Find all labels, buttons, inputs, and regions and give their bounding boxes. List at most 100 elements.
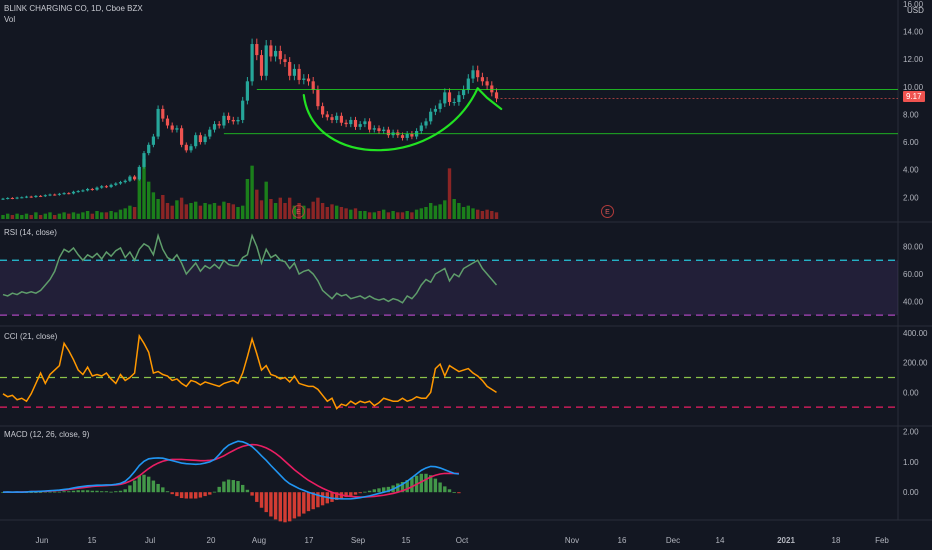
volume-bar	[461, 207, 466, 219]
candle-body	[104, 186, 108, 188]
macd-histogram-bar	[269, 492, 273, 517]
candle-body	[245, 81, 249, 101]
macd-histogram-bar	[189, 492, 193, 499]
volume-bar	[67, 213, 71, 219]
candle-body	[151, 136, 155, 145]
volume-bar	[10, 215, 15, 219]
candle-body	[283, 59, 287, 62]
cci-tick-label: 400.00	[903, 329, 928, 338]
macd-histogram-bar	[114, 491, 118, 493]
macd-title: MACD (12, 26, close, 9)	[4, 430, 90, 439]
volume-bar	[114, 212, 118, 219]
candle-body	[419, 125, 423, 132]
volume-bar	[100, 212, 104, 219]
candle-body	[57, 193, 61, 195]
volume-bar	[90, 213, 94, 219]
volume-bar	[410, 212, 414, 219]
macd-histogram-bar	[353, 492, 358, 495]
volume-bar	[15, 213, 19, 219]
time-axis-label: Dec	[666, 536, 680, 545]
time-axis-label: 16	[618, 536, 627, 545]
volume-bar	[236, 207, 240, 219]
candle-body	[128, 176, 132, 181]
macd-histogram-bar	[208, 492, 212, 495]
volume-bar	[203, 203, 207, 219]
candle-body	[264, 45, 268, 76]
volume-bar	[386, 212, 391, 219]
macd-histogram-bar	[165, 491, 170, 493]
macd-histogram-bar	[81, 490, 85, 493]
time-axis-label: 14	[716, 536, 725, 545]
macd-histogram-bar	[433, 478, 438, 493]
candle-body	[433, 108, 437, 112]
volume-bar	[53, 215, 57, 219]
candle-body	[81, 190, 85, 192]
candle-body	[485, 81, 489, 86]
macd-histogram-bar	[184, 492, 188, 499]
candle-body	[405, 133, 409, 138]
candle-body	[10, 197, 14, 199]
cci-tick-label: 200.00	[903, 359, 928, 368]
time-axis-label: Aug	[252, 536, 266, 545]
candle-body	[20, 197, 24, 199]
volume-bar	[175, 200, 179, 219]
candle-body	[330, 117, 334, 120]
volume-bar	[316, 197, 320, 219]
macd-histogram-bar	[90, 490, 94, 493]
volume-bar	[62, 212, 66, 219]
candle-body	[217, 124, 221, 126]
earnings-marker-2[interactable]: E	[601, 205, 614, 218]
volume-bar	[494, 212, 499, 219]
macd-signal-line	[3, 443, 459, 498]
chart-stage[interactable]: 2.004.006.008.0010.0012.0014.0016.0040.0…	[0, 0, 932, 550]
volume-bar	[485, 209, 489, 219]
macd-histogram-bar	[132, 480, 137, 493]
earnings-marker-1[interactable]: E	[292, 205, 305, 218]
volume-label: Vol	[4, 15, 16, 24]
macd-histogram-bar	[128, 485, 132, 493]
candle-body	[24, 196, 29, 198]
time-axis-label: Feb	[875, 536, 889, 545]
price-tick-label: 2.00	[903, 193, 919, 202]
volume-bar	[447, 168, 452, 219]
macd-histogram-bar	[292, 492, 297, 519]
volume-bar	[109, 211, 113, 219]
candle-body	[161, 108, 165, 119]
candle-body	[297, 68, 301, 80]
volume-bar	[339, 207, 344, 219]
volume-bar	[353, 208, 358, 219]
macd-histogram-bar	[76, 490, 80, 493]
time-axis-label: Oct	[456, 536, 469, 545]
candle-body	[476, 70, 480, 78]
candle-body	[208, 129, 212, 137]
candle-body	[76, 191, 80, 193]
candle-body	[90, 189, 94, 191]
volume-bar	[288, 197, 292, 219]
volume-bar	[57, 213, 62, 219]
candle-body	[43, 195, 47, 197]
volume-bar	[222, 201, 226, 219]
price-tick-label: 14.00	[903, 28, 924, 37]
macd-histogram-bar	[100, 491, 104, 493]
cci-line	[2, 333, 497, 410]
macd-histogram-bar	[212, 491, 217, 493]
volume-bar	[476, 209, 480, 219]
time-axis-label: Sep	[351, 536, 366, 545]
volume-bar	[231, 204, 235, 219]
candle-body	[71, 191, 76, 194]
volume-bar	[330, 204, 334, 219]
macd-histogram-bar	[259, 492, 264, 508]
volume-bar	[29, 215, 33, 219]
candle-body	[180, 128, 184, 145]
macd-histogram-bar	[372, 489, 376, 493]
volume-bar	[184, 204, 188, 219]
macd-tick-label: 0.00	[903, 488, 919, 497]
candle-body	[29, 196, 33, 198]
macd-histogram-bar	[142, 474, 146, 493]
candle-body	[6, 197, 10, 199]
volume-bar	[278, 197, 282, 219]
macd-histogram-bar	[170, 492, 174, 495]
candle-body	[109, 184, 113, 187]
candle-body	[15, 197, 19, 199]
macd-histogram-bar	[38, 492, 43, 494]
